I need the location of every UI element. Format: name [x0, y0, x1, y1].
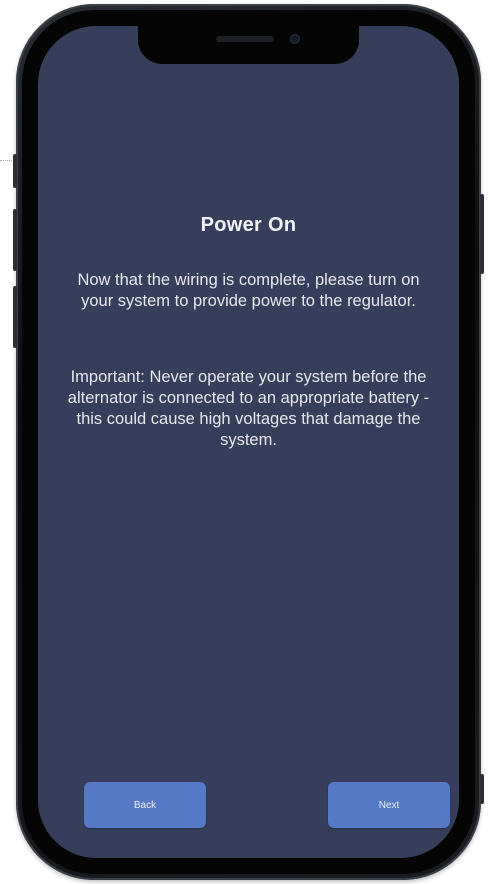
speaker-grille	[216, 36, 274, 42]
page-title: Power On	[200, 214, 297, 236]
phone-frame: Power On Now that the wiring is complete…	[13, 4, 484, 880]
power-button	[480, 194, 484, 274]
mute-switch	[13, 154, 17, 188]
side-detail	[480, 774, 484, 804]
phone-screen: Power On Now that the wiring is complete…	[38, 26, 459, 858]
page: Power On Now that the wiring is complete…	[0, 0, 497, 884]
next-button[interactable]: Next	[328, 782, 450, 828]
volume-down-button	[13, 286, 17, 348]
back-button[interactable]: Back	[84, 782, 206, 828]
instruction-text: Now that the wiring is complete, please …	[77, 271, 420, 310]
volume-up-button	[13, 209, 17, 271]
notch	[138, 26, 359, 64]
camera-icon	[290, 34, 300, 44]
warning-text: Important: Never operate your system bef…	[67, 368, 430, 449]
